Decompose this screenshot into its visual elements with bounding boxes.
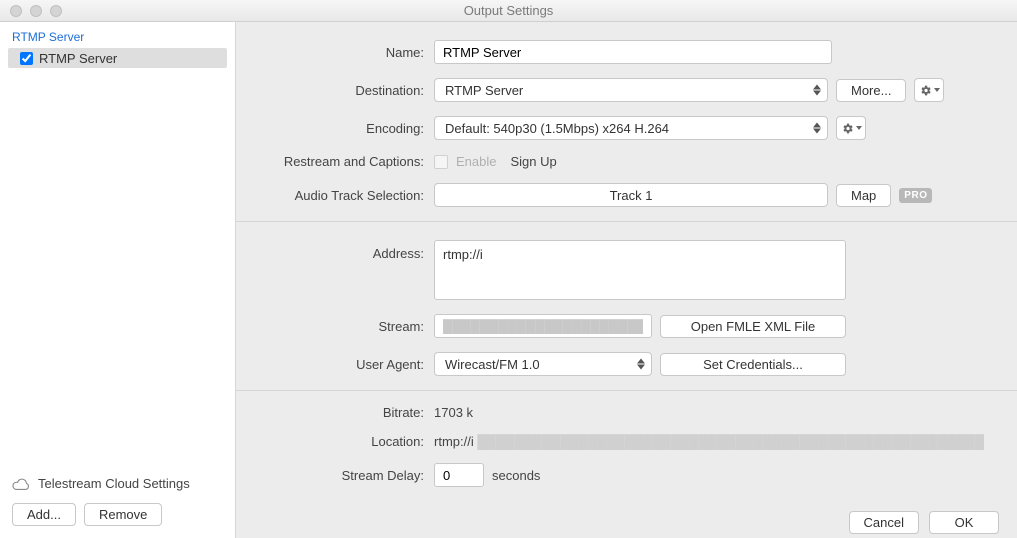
- destination-label: Destination:: [256, 83, 434, 98]
- sidebar-list: RTMP Server: [0, 48, 235, 68]
- audio-track-value: Track 1: [610, 188, 653, 203]
- window-title: Output Settings: [464, 3, 554, 18]
- restream-label: Restream and Captions:: [256, 154, 434, 169]
- traffic-lights: [0, 5, 62, 17]
- select-arrows-icon: [813, 123, 821, 134]
- stream-delay-input[interactable]: [434, 463, 484, 487]
- restream-enable-checkbox: [434, 155, 448, 169]
- location-label: Location:: [256, 434, 434, 449]
- audio-track-label: Audio Track Selection:: [256, 188, 434, 203]
- cloud-settings-label: Telestream Cloud Settings: [38, 476, 190, 491]
- bitrate-label: Bitrate:: [256, 405, 434, 420]
- remove-button[interactable]: Remove: [84, 503, 162, 526]
- encoding-value: Default: 540p30 (1.5Mbps) x264 H.264: [445, 121, 669, 136]
- add-button[interactable]: Add...: [12, 503, 76, 526]
- name-label: Name:: [256, 45, 434, 60]
- stream-delay-label: Stream Delay:: [256, 468, 434, 483]
- sidebar-item-rtmp-server[interactable]: RTMP Server: [8, 48, 227, 68]
- stream-value: ████████████████████████████████: [443, 319, 643, 334]
- sidebar-header: RTMP Server: [0, 22, 235, 48]
- content-area: Name: Destination: RTMP Server More...: [236, 22, 1017, 538]
- user-agent-value: Wirecast/FM 1.0: [445, 357, 540, 372]
- open-fmle-button[interactable]: Open FMLE XML File: [660, 315, 846, 338]
- dialog-buttons: Cancel OK: [236, 501, 1017, 538]
- restream-enable-label: Enable: [456, 154, 496, 169]
- stream-label: Stream:: [256, 319, 434, 334]
- stream-delay-unit: seconds: [492, 468, 540, 483]
- audio-track-map-button[interactable]: Map: [836, 184, 891, 207]
- encoding-select[interactable]: Default: 540p30 (1.5Mbps) x264 H.264: [434, 116, 828, 140]
- stream-input[interactable]: ████████████████████████████████: [434, 314, 652, 338]
- title-bar: Output Settings: [0, 0, 1017, 22]
- sidebar-item-checkbox[interactable]: [20, 52, 33, 65]
- sidebar: RTMP Server RTMP Server Telestream Cloud…: [0, 22, 236, 538]
- location-value: rtmp://i ███████████████████████████████…: [434, 434, 984, 449]
- gear-icon: [841, 122, 862, 135]
- sidebar-item-label: RTMP Server: [39, 51, 117, 66]
- set-credentials-button[interactable]: Set Credentials...: [660, 353, 846, 376]
- cloud-icon: [12, 477, 30, 491]
- ok-button[interactable]: OK: [929, 511, 999, 534]
- sidebar-footer: Telestream Cloud Settings Add... Remove: [0, 464, 235, 538]
- destination-value: RTMP Server: [445, 83, 523, 98]
- name-input[interactable]: [434, 40, 832, 64]
- close-window-button[interactable]: [10, 5, 22, 17]
- encoding-gear-button[interactable]: [836, 116, 866, 140]
- minimize-window-button[interactable]: [30, 5, 42, 17]
- bitrate-value: 1703 k: [434, 405, 473, 420]
- pro-badge: PRO: [899, 188, 932, 203]
- select-arrows-icon: [637, 359, 645, 370]
- telestream-cloud-settings-button[interactable]: Telestream Cloud Settings: [12, 472, 223, 495]
- cancel-button[interactable]: Cancel: [849, 511, 919, 534]
- user-agent-select[interactable]: Wirecast/FM 1.0: [434, 352, 652, 376]
- address-input[interactable]: rtmp://i: [434, 240, 846, 300]
- zoom-window-button[interactable]: [50, 5, 62, 17]
- destination-gear-button[interactable]: [914, 78, 944, 102]
- gear-icon: [919, 84, 940, 97]
- destination-more-button[interactable]: More...: [836, 79, 906, 102]
- encoding-label: Encoding:: [256, 121, 434, 136]
- user-agent-label: User Agent:: [256, 357, 434, 372]
- restream-signup-link[interactable]: Sign Up: [510, 154, 556, 169]
- audio-track-button[interactable]: Track 1: [434, 183, 828, 207]
- address-label: Address:: [256, 240, 434, 261]
- select-arrows-icon: [813, 85, 821, 96]
- destination-select[interactable]: RTMP Server: [434, 78, 828, 102]
